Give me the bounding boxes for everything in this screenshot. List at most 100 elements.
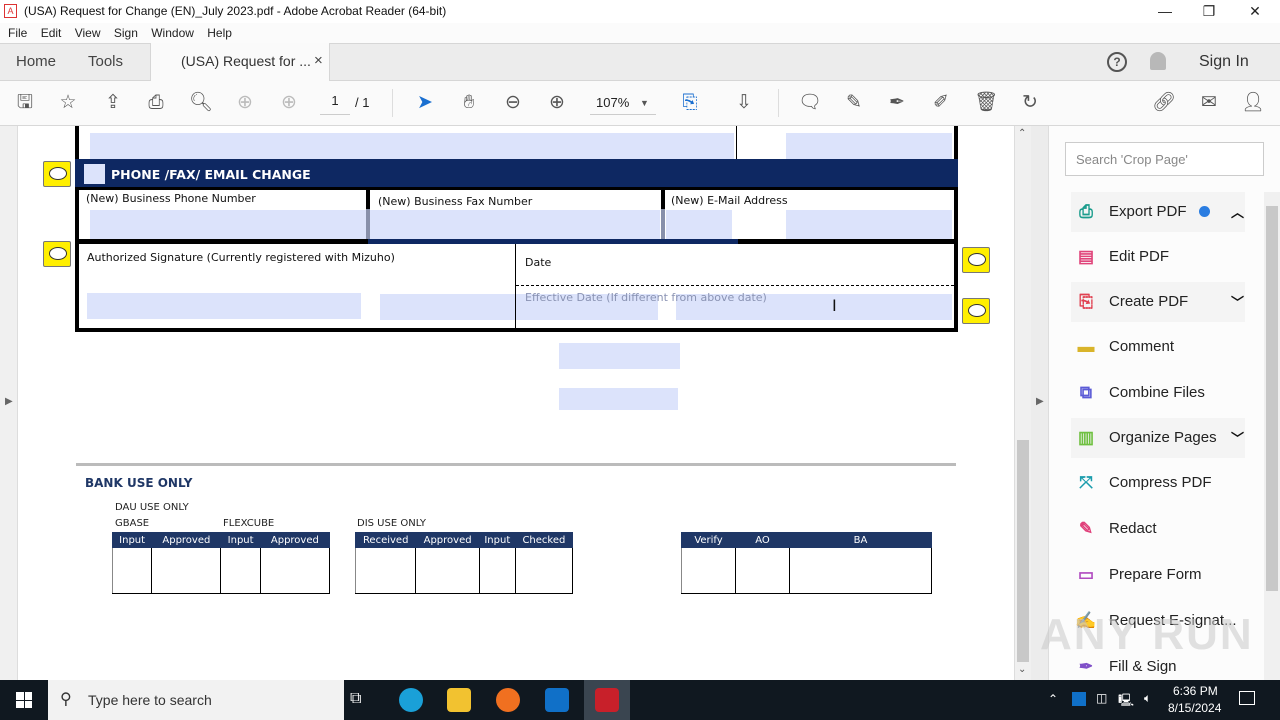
email-icon[interactable]: ✉ (1197, 91, 1221, 115)
tool-redact[interactable]: ✎ Redact (1071, 509, 1245, 549)
outlook-icon[interactable] (545, 688, 569, 712)
edit-document-icon[interactable]: ✐ (929, 91, 953, 115)
notification-bell-icon[interactable] (1150, 52, 1166, 70)
sticky-note-icon[interactable] (962, 298, 990, 324)
left-panel-toggle[interactable]: ▶ (0, 126, 18, 680)
meet-now-icon[interactable]: ◫ (1096, 691, 1107, 705)
tool-organize-pages[interactable]: ▥ Organize Pages ﹀ (1071, 418, 1245, 458)
search-zoom-icon[interactable]: 🔍︎ (189, 91, 213, 115)
document-scrollbar[interactable]: ⌃ ⌄ (1014, 126, 1031, 680)
firefox-icon[interactable] (496, 688, 520, 712)
notifications-icon[interactable] (1239, 691, 1255, 705)
task-view-icon[interactable]: ⧉ (350, 690, 361, 708)
scrollbar-thumb[interactable] (1017, 440, 1029, 662)
scrollbar-thumb[interactable] (1266, 206, 1278, 591)
sign-in-button[interactable]: Sign In (1199, 53, 1249, 71)
tool-export-pdf[interactable]: ⎙ Export PDF ︿ (1071, 192, 1245, 232)
close-button[interactable]: ✕ (1232, 0, 1278, 23)
tool-edit-pdf[interactable]: ▤ Edit PDF (1071, 237, 1245, 277)
form-field[interactable] (786, 133, 952, 160)
menu-sign[interactable]: Sign (114, 23, 138, 43)
signature-field[interactable] (87, 293, 361, 319)
table-header: Received (354, 532, 417, 548)
fax-field[interactable] (370, 210, 660, 239)
zoom-in-icon[interactable]: ⊕ (545, 91, 569, 115)
highlight-pen-icon[interactable]: ✎ (842, 91, 866, 115)
menu-view[interactable]: View (75, 23, 101, 43)
menu-file[interactable]: File (8, 23, 27, 43)
scroll-mode-icon[interactable]: ⇩ (732, 91, 756, 115)
menu-window[interactable]: Window (151, 23, 194, 43)
volume-icon[interactable]: 🔈︎ (1144, 691, 1151, 706)
right-panel-toggle[interactable]: ▶ (1031, 126, 1049, 680)
windows-start-icon[interactable] (16, 692, 32, 708)
chevron-up-icon[interactable]: ︿ (1231, 202, 1244, 221)
phone-field[interactable] (90, 210, 366, 239)
file-explorer-icon[interactable] (447, 688, 471, 712)
restore-button[interactable]: ❐ (1186, 0, 1232, 23)
tool-prepare-form[interactable]: ▭ Prepare Form (1071, 555, 1245, 595)
form-field[interactable] (559, 343, 680, 369)
clock-time[interactable]: 6:36 PM (1173, 684, 1218, 698)
edit-pdf-icon: ▤ (1077, 247, 1095, 266)
table-cell (478, 547, 516, 594)
tool-label: Create PDF (1109, 293, 1189, 310)
email-field[interactable] (666, 210, 732, 239)
sticky-note-icon[interactable] (43, 241, 71, 267)
taskbar-search[interactable]: ⚲ Type here to search (48, 680, 344, 720)
page-number-input[interactable]: 1 (320, 93, 350, 115)
acrobat-icon (595, 688, 619, 712)
sticky-note-icon[interactable] (962, 247, 990, 273)
share-link-icon[interactable]: 🔗︎ (1152, 91, 1176, 115)
tool-comment[interactable]: ▬ Comment (1071, 327, 1245, 367)
delete-icon[interactable]: 🗑︎ (974, 91, 998, 115)
form-field[interactable] (559, 388, 678, 410)
chevron-down-icon[interactable]: ﹀ (1231, 292, 1244, 311)
edge-icon[interactable] (399, 688, 423, 712)
rotate-icon[interactable]: ↻ (1018, 91, 1042, 115)
menu-edit[interactable]: Edit (41, 23, 62, 43)
signature-field[interactable] (380, 294, 516, 320)
email-field[interactable] (786, 210, 952, 239)
tab-tools[interactable]: Tools (88, 53, 123, 70)
tab-home[interactable]: Home (16, 53, 56, 70)
hand-tool-icon[interactable]: ✋︎ (457, 91, 481, 115)
tool-create-pdf[interactable]: ⎘ Create PDF ﹀ (1071, 282, 1245, 322)
table-header: Approved (259, 532, 331, 548)
tool-label: Edit PDF (1109, 248, 1170, 265)
help-icon[interactable]: ? (1107, 52, 1127, 72)
previous-page-icon[interactable]: ⊕ (233, 91, 257, 115)
select-cursor-icon[interactable]: ➤ (413, 91, 437, 115)
tray-chevron-icon[interactable]: ⌃ (1048, 692, 1058, 706)
minimize-button[interactable]: — (1142, 0, 1188, 23)
network-icon[interactable]: 🖳︎ (1118, 691, 1134, 712)
zoom-out-icon[interactable]: ⊖ (501, 91, 525, 115)
fit-page-icon[interactable]: ⎘ (678, 91, 702, 115)
upload-cloud-icon[interactable]: ⇪ (101, 91, 125, 115)
tab-document[interactable]: (USA) Request for ... × (150, 43, 330, 82)
zoom-level-select[interactable]: 107% ▼ (590, 93, 656, 115)
save-icon[interactable]: 🖫 (13, 91, 37, 115)
sign-pen-icon[interactable]: ✒ (885, 91, 909, 115)
outlook-tray-icon[interactable] (1072, 692, 1086, 706)
print-icon[interactable]: ⎙ (144, 91, 168, 115)
scroll-down-icon[interactable]: ⌄ (1018, 664, 1026, 675)
menu-help[interactable]: Help (207, 23, 232, 43)
sticky-note-icon[interactable] (43, 161, 71, 187)
clock-date[interactable]: 8/15/2024 (1168, 701, 1221, 715)
chevron-down-icon[interactable]: ﹀ (1231, 428, 1244, 447)
acrobat-taskbar-button[interactable] (584, 680, 630, 720)
tool-search-input[interactable]: Search 'Crop Page' (1065, 142, 1264, 176)
section-checkbox[interactable] (84, 164, 105, 184)
scroll-up-icon[interactable]: ⌃ (1018, 128, 1026, 139)
form-field[interactable] (90, 133, 734, 160)
tool-compress-pdf[interactable]: ⤧ Compress PDF (1071, 463, 1245, 503)
tools-scrollbar[interactable] (1264, 192, 1280, 680)
add-user-icon[interactable]: 👤︎ (1241, 91, 1265, 115)
table-header: Approved (151, 532, 222, 548)
comment-icon[interactable]: 🗨︎ (798, 91, 822, 115)
tool-combine-files[interactable]: ⧉ Combine Files (1071, 373, 1245, 413)
tab-close-icon[interactable]: × (314, 52, 323, 69)
bookmark-star-icon[interactable]: ☆ (56, 91, 80, 115)
next-page-icon[interactable]: ⊕ (277, 91, 301, 115)
